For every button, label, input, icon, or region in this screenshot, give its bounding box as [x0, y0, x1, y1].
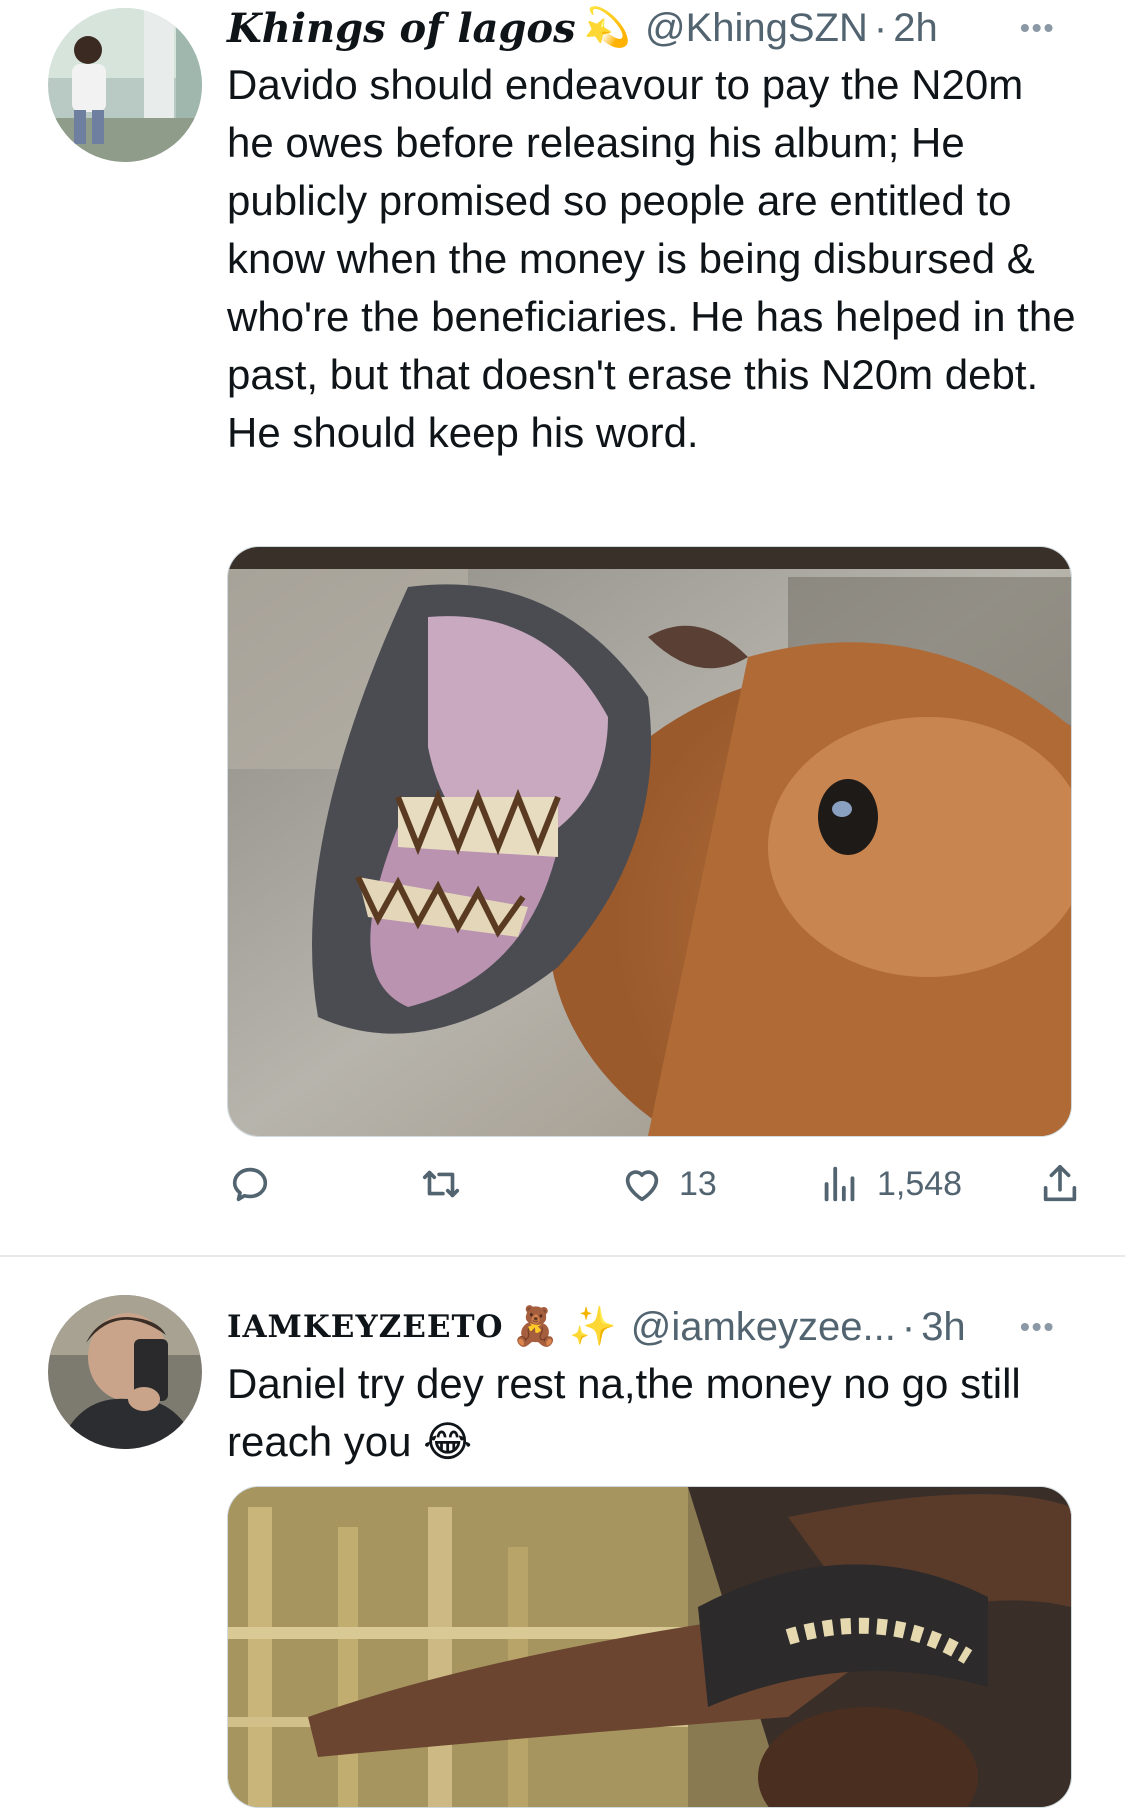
tweet-1[interactable]: Khings of lagos 💫 @KhingSZN · 2h ••• Dav…	[0, 0, 1125, 1255]
tweet-text: Davido should endeavour to pay the N20m …	[227, 61, 1076, 456]
user-handle[interactable]: @iamkeyzee...	[631, 1305, 896, 1350]
avatar[interactable]	[48, 1295, 202, 1449]
avatar-image	[48, 8, 202, 162]
heart-icon	[625, 1170, 659, 1202]
more-options-icon[interactable]: •••	[1020, 12, 1055, 44]
like-button[interactable]: 13	[619, 1154, 717, 1214]
tweet-media[interactable]	[227, 1486, 1072, 1808]
retweet-button[interactable]	[417, 1154, 465, 1214]
like-count: 13	[679, 1164, 717, 1203]
horse-laughing-photo	[228, 547, 1071, 1136]
reply-icon	[232, 1167, 268, 1202]
tweet-header: IAMKEYZEETO 🧸 ✨ @iamkeyzee... · 3h	[227, 1301, 966, 1353]
user-handle[interactable]: @KhingSZN	[645, 6, 868, 51]
retweet-icon	[422, 1170, 460, 1198]
tweet-media[interactable]	[227, 546, 1072, 1137]
share-button[interactable]	[1037, 1154, 1083, 1214]
view-count: 1,548	[877, 1164, 963, 1203]
avatar-image	[48, 1295, 202, 1449]
more-options-icon[interactable]: •••	[1020, 1311, 1055, 1343]
share-icon	[1043, 1164, 1077, 1202]
reply-button[interactable]	[227, 1154, 273, 1214]
tweet-header: Khings of lagos 💫 @KhingSZN · 2h	[227, 2, 938, 54]
tweet-2[interactable]: IAMKEYZEETO 🧸 ✨ @iamkeyzee... · 3h ••• D…	[0, 1257, 1125, 1808]
timestamp[interactable]: 3h	[921, 1305, 966, 1350]
teddy-bear-sparkles-emoji: 🧸 ✨	[511, 1306, 617, 1348]
tweet-text: Daniel try dey rest na,the money no go s…	[227, 1360, 1021, 1465]
separator-dot: ·	[901, 1304, 916, 1349]
man-in-cap-photo	[228, 1487, 1071, 1807]
tweet-actions: 13 1,548	[227, 1154, 1087, 1214]
display-name[interactable]: Khings of lagos	[227, 5, 576, 52]
dizzy-emoji: 💫	[583, 7, 631, 49]
avatar[interactable]	[48, 8, 202, 162]
views-button[interactable]: 1,548	[817, 1154, 962, 1214]
timestamp[interactable]: 2h	[893, 6, 938, 51]
separator-dot: ·	[873, 5, 888, 50]
display-name[interactable]: IAMKEYZEETO	[227, 1309, 504, 1345]
views-bar-chart-icon	[824, 1166, 855, 1202]
